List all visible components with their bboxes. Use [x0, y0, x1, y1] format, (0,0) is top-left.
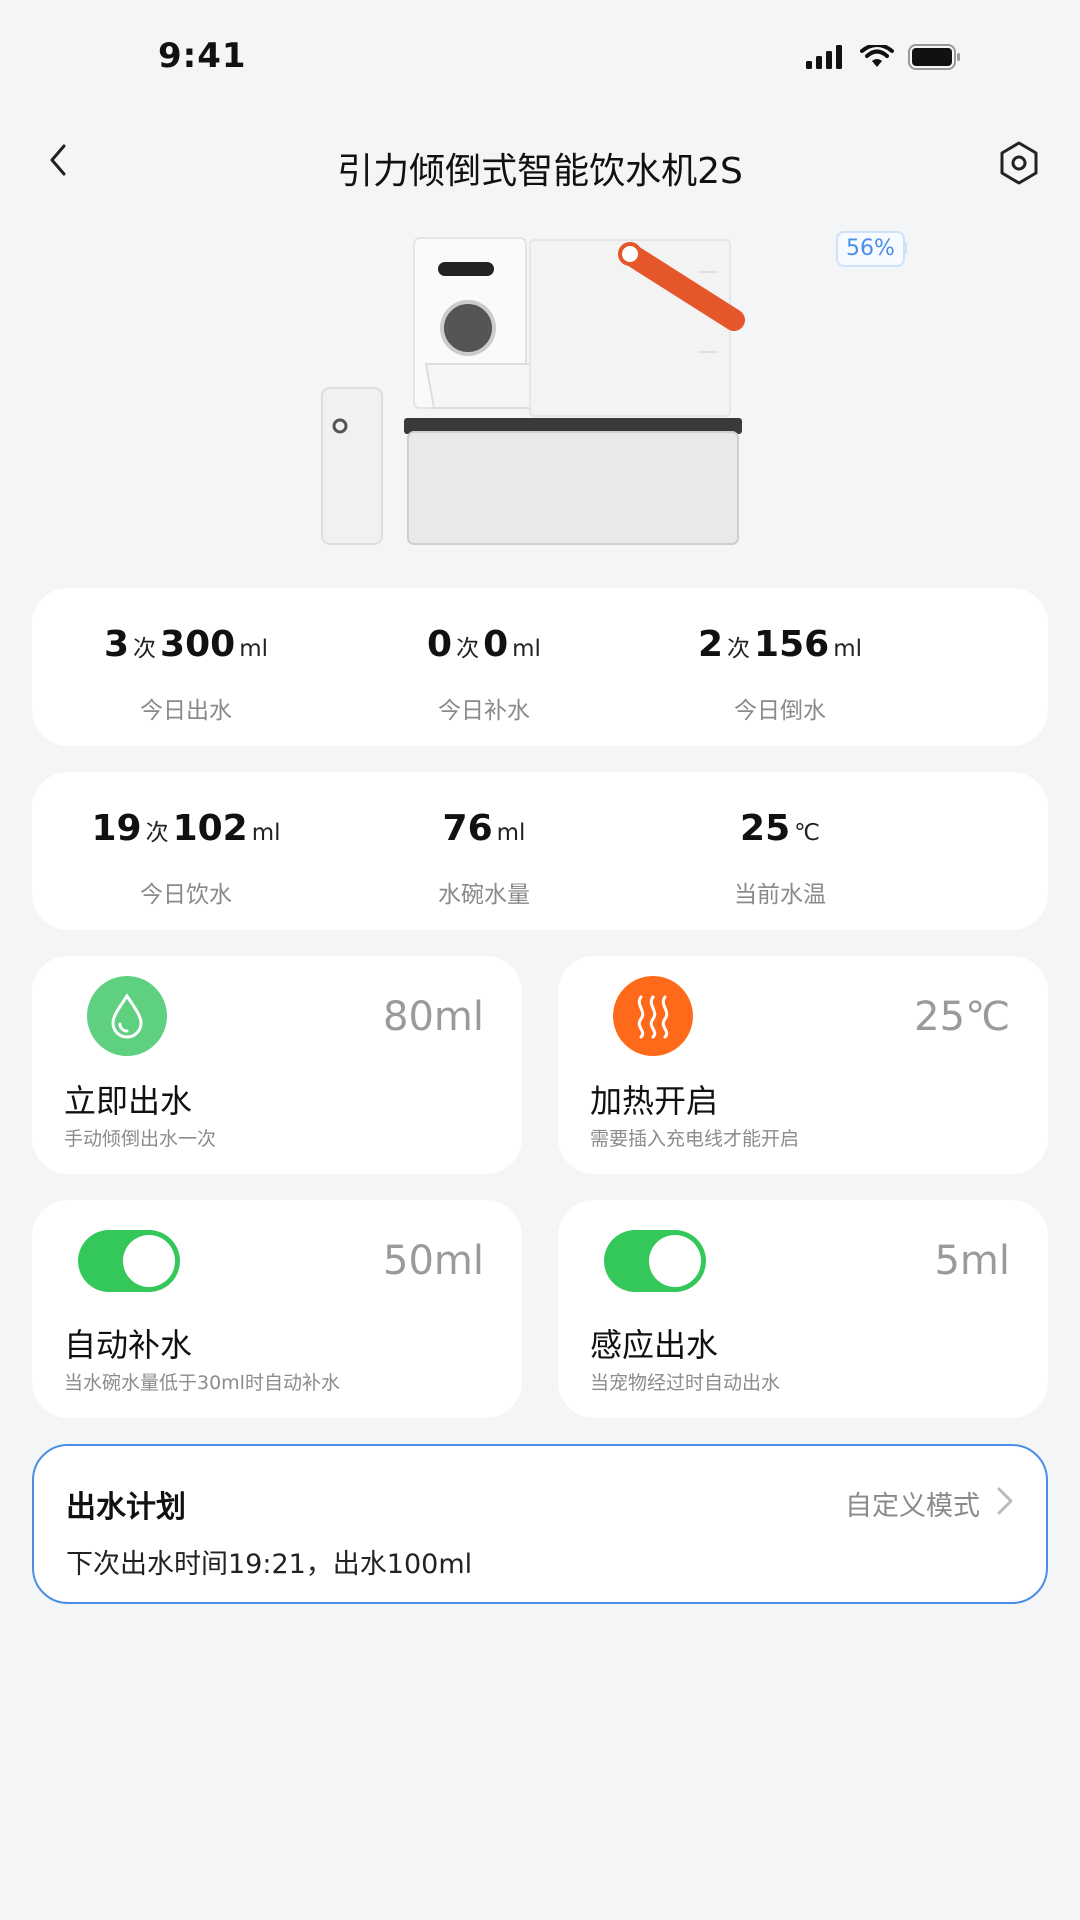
- sensor-dispense-title: 感应出水: [590, 1326, 719, 1364]
- stat-pour: 2 次 156 ml 今日倒水: [630, 624, 930, 725]
- battery-level-badge: 56%: [836, 231, 905, 267]
- heat-icon[interactable]: [613, 976, 693, 1056]
- water-drop-icon[interactable]: [87, 976, 167, 1056]
- sensor-dispense-amount[interactable]: 5ml: [934, 1238, 1010, 1284]
- settings-hexagon-icon[interactable]: [996, 140, 1042, 186]
- battery-badge-tip: [903, 242, 907, 254]
- toggle-knob: [649, 1235, 701, 1287]
- product-image: [321, 237, 745, 545]
- sensor-dispense-subtitle: 当宠物经过时自动出水: [590, 1372, 781, 1394]
- stat-label: 今日饮水: [140, 882, 232, 908]
- stat-bowl-volume: 76 ml 水碗水量: [334, 808, 634, 909]
- stat-water-temp: 25 ℃ 当前水温: [630, 808, 930, 909]
- stat-label: 今日倒水: [734, 698, 826, 724]
- dispense-plan-card[interactable]: 出水计划 自定义模式 下次出水时间19:21，出水100ml: [32, 1444, 1048, 1604]
- today-stats-card: 3 次 300 ml 今日出水 0 次 0 ml 今日补水 2 次 156 ml 今日倒水: [32, 588, 1048, 746]
- heating-temperature: 25℃: [914, 994, 1010, 1040]
- dispense-title: 立即出水: [64, 1082, 193, 1120]
- chevron-right-icon[interactable]: [994, 1486, 1016, 1516]
- status-time: 9:41: [158, 36, 247, 76]
- auto-refill-tile: 50ml 自动补水 当水碗水量低于30ml时自动补水: [32, 1200, 522, 1418]
- toggle-knob: [123, 1235, 175, 1287]
- auto-refill-amount[interactable]: 50ml: [383, 1238, 484, 1284]
- auto-refill-toggle[interactable]: [78, 1230, 180, 1292]
- plan-mode[interactable]: 自定义模式: [845, 1484, 980, 1523]
- dispense-subtitle: 手动倾倒出水一次: [64, 1128, 217, 1150]
- stat-refill: 0 次 0 ml 今日补水: [334, 624, 634, 725]
- stat-label: 今日补水: [438, 698, 530, 724]
- battery-icon: [908, 44, 960, 70]
- stat-label: 今日出水: [140, 698, 232, 724]
- stat-label: 水碗水量: [438, 882, 530, 908]
- sensor-dispense-tile: 5ml 感应出水 当宠物经过时自动出水: [558, 1200, 1048, 1418]
- dispense-amount: 80ml: [383, 994, 484, 1040]
- stat-drinking: 19 次 102 ml 今日饮水: [36, 808, 336, 909]
- plan-description: 下次出水时间19:21，出水100ml: [66, 1549, 473, 1580]
- status-icons: [806, 44, 962, 70]
- page-title: 引力倾倒式智能饮水机2S: [337, 151, 743, 192]
- auto-refill-title: 自动补水: [64, 1326, 193, 1364]
- dispense-now-tile[interactable]: 80ml 立即出水 手动倾倒出水一次: [32, 956, 522, 1174]
- stat-label: 当前水温: [734, 882, 826, 908]
- drinking-stats-card: 19 次 102 ml 今日饮水 76 ml 水碗水量 25 ℃ 当前水温: [32, 772, 1048, 930]
- heating-subtitle: 需要插入充电线才能开启: [590, 1128, 800, 1150]
- heating-tile[interactable]: 25℃ 加热开启 需要插入充电线才能开启: [558, 956, 1048, 1174]
- plan-title: 出水计划: [66, 1490, 186, 1525]
- signal-icon: [806, 45, 842, 69]
- sensor-dispense-toggle[interactable]: [604, 1230, 706, 1292]
- auto-refill-subtitle: 当水碗水量低于30ml时自动补水: [64, 1372, 340, 1394]
- wifi-icon: [860, 45, 894, 67]
- stat-dispense: 3 次 300 ml 今日出水: [36, 624, 336, 725]
- heating-title: 加热开启: [590, 1082, 719, 1120]
